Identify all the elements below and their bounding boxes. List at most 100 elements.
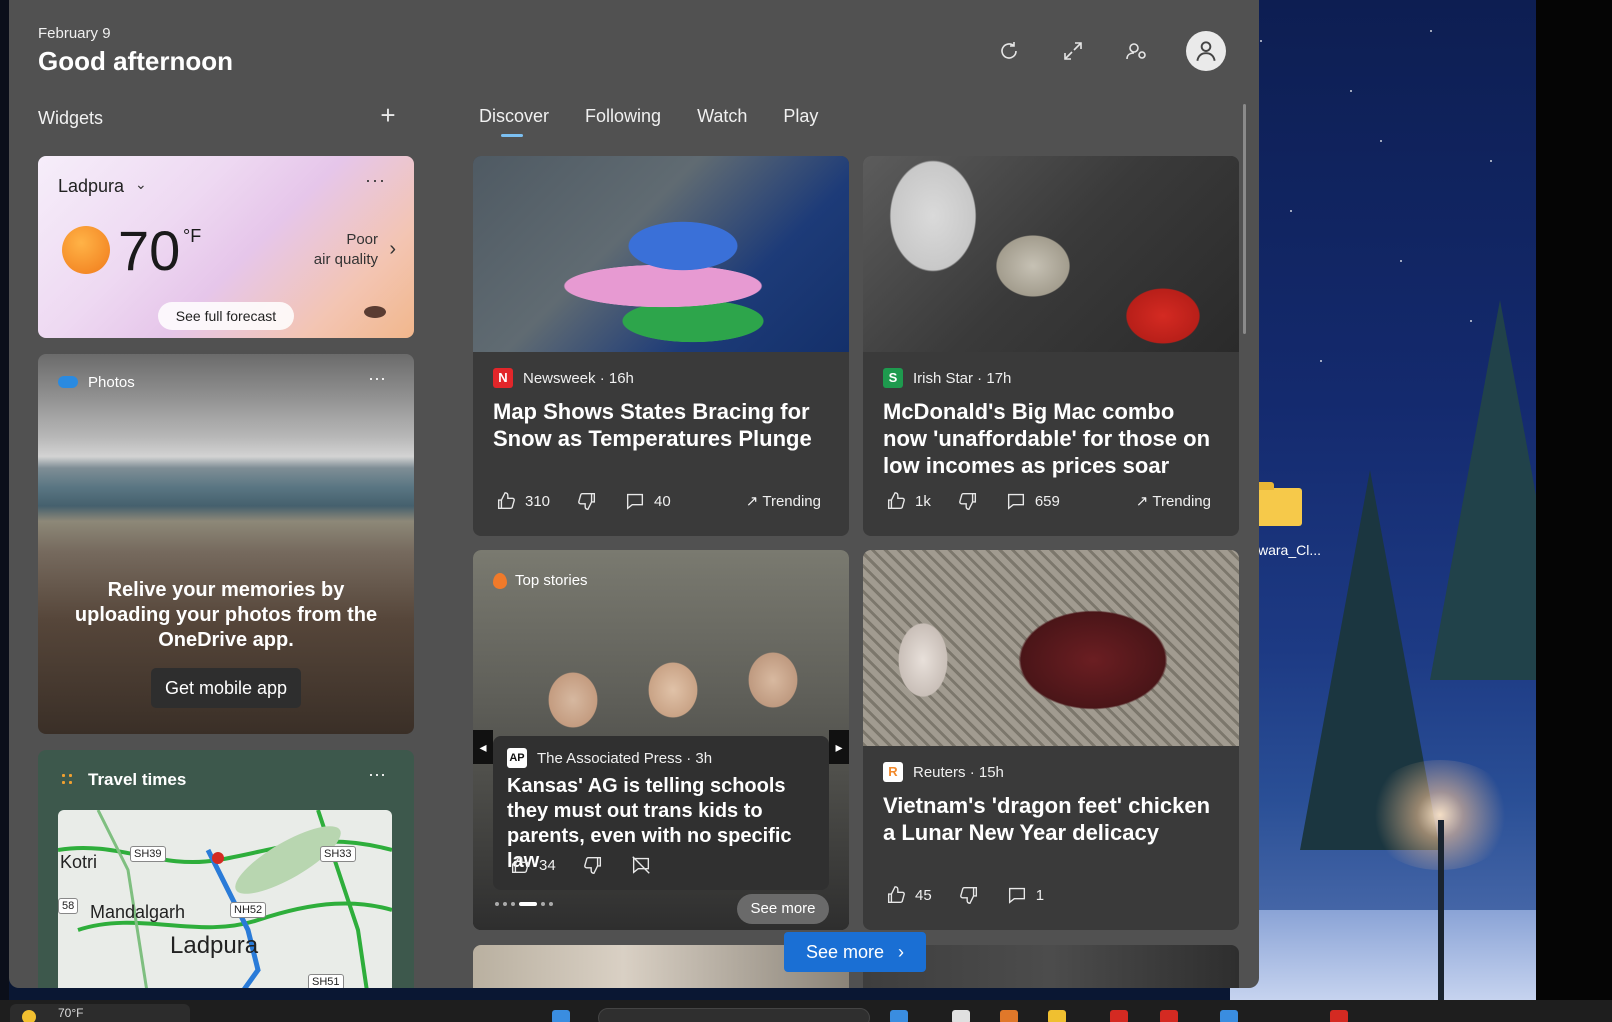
comments-button[interactable]: 40 bbox=[624, 490, 671, 512]
dislike-button[interactable] bbox=[958, 884, 980, 906]
start-icon[interactable] bbox=[552, 1010, 570, 1022]
travel-widget-header: Travel times bbox=[60, 770, 186, 790]
news-image[interactable] bbox=[863, 550, 1239, 746]
refresh-button[interactable] bbox=[994, 36, 1024, 66]
sun-icon bbox=[62, 226, 110, 274]
photos-widget[interactable]: Photos ··· Relive your memories by uploa… bbox=[38, 354, 414, 734]
app-icon[interactable] bbox=[1330, 1010, 1348, 1022]
travel-times-widget[interactable]: Travel times ··· Kotri Mandalgarh Ladpur… bbox=[38, 750, 414, 988]
tab-discover[interactable]: Discover bbox=[479, 106, 549, 137]
dislike-button[interactable] bbox=[957, 490, 979, 512]
story-overlay[interactable]: AP The Associated Press · 3h Kansas' AG … bbox=[493, 736, 829, 890]
air-quality[interactable]: Poor air quality bbox=[314, 230, 378, 270]
travel-map[interactable]: Kotri Mandalgarh Ladpura SH39 SH33 NH52 … bbox=[58, 810, 392, 988]
news-headline[interactable]: McDonald's Big Mac combo now 'unaffordab… bbox=[883, 398, 1223, 479]
trending-badge[interactable]: ↗ Trending bbox=[745, 492, 821, 511]
app-icon[interactable] bbox=[1110, 1010, 1128, 1022]
expand-button[interactable] bbox=[1058, 36, 1088, 66]
source-name: Irish Star bbox=[913, 369, 974, 387]
news-image[interactable] bbox=[863, 156, 1239, 352]
like-button[interactable]: 310 bbox=[495, 490, 550, 512]
app-icon[interactable] bbox=[952, 1010, 970, 1022]
like-button[interactable]: 45 bbox=[885, 884, 932, 906]
like-button[interactable]: 1k bbox=[885, 490, 931, 512]
comments-button[interactable]: 659 bbox=[1005, 490, 1060, 512]
user-icon bbox=[1196, 41, 1216, 61]
carousel-pager[interactable] bbox=[495, 902, 553, 906]
get-mobile-app-button[interactable]: Get mobile app bbox=[151, 668, 301, 708]
add-widget-button[interactable]: + bbox=[375, 102, 401, 130]
app-icon[interactable] bbox=[890, 1010, 908, 1022]
more-options-icon[interactable]: ··· bbox=[368, 764, 386, 785]
news-image[interactable] bbox=[473, 156, 849, 352]
expand-icon bbox=[1064, 42, 1082, 60]
trending-label: Trending bbox=[762, 492, 821, 510]
top-stories-label: Top stories bbox=[515, 572, 588, 589]
more-options-icon[interactable]: ··· bbox=[365, 170, 386, 191]
feed-scrollbar[interactable] bbox=[1243, 104, 1246, 334]
weather-location[interactable]: Ladpura bbox=[58, 176, 124, 197]
chevron-right-icon[interactable]: › bbox=[389, 238, 396, 261]
taskbar-search[interactable] bbox=[598, 1008, 870, 1022]
thumbs-up-icon bbox=[511, 856, 529, 874]
ap-logo-icon: AP bbox=[507, 748, 527, 768]
desktop-left-edge bbox=[0, 0, 9, 1000]
news-headline[interactable]: Vietnam's 'dragon feet' chicken a Lunar … bbox=[883, 792, 1223, 846]
thumbs-up-icon bbox=[887, 886, 905, 904]
like-button[interactable]: 34 bbox=[509, 854, 556, 876]
news-headline[interactable]: Map Shows States Bracing for Snow as Tem… bbox=[493, 398, 833, 452]
comments-disabled-button[interactable] bbox=[630, 854, 652, 876]
news-actions: 34 bbox=[509, 854, 666, 876]
pager-dot[interactable] bbox=[541, 902, 545, 906]
map-label: Ladpura bbox=[170, 932, 259, 959]
taskbar-weather[interactable]: 70°F bbox=[10, 1004, 190, 1022]
comment-off-icon bbox=[631, 856, 650, 874]
news-card[interactable]: N Newsweek · 16h Map Shows States Bracin… bbox=[473, 156, 849, 536]
trending-arrow-icon: ↗ bbox=[745, 493, 759, 510]
tab-watch[interactable]: Watch bbox=[697, 106, 747, 137]
widgets-panel: February 9 Good afternoon Widgets + Disc… bbox=[9, 0, 1259, 988]
tab-play[interactable]: Play bbox=[783, 106, 818, 137]
weather-unit: °F bbox=[183, 226, 202, 246]
dislike-button[interactable] bbox=[576, 490, 598, 512]
app-icon[interactable] bbox=[1160, 1010, 1178, 1022]
comments-button[interactable]: 1 bbox=[1006, 884, 1044, 906]
like-count: 1k bbox=[915, 492, 931, 510]
carousel-see-more-button[interactable]: See more bbox=[737, 894, 829, 924]
app-icon[interactable] bbox=[1048, 1010, 1066, 1022]
news-source: R Reuters · 15h bbox=[883, 762, 1004, 782]
personalize-button[interactable] bbox=[1122, 36, 1152, 66]
weather-widget[interactable]: Ladpura ⌄ ··· 70 °F Poor air quality › S… bbox=[38, 156, 414, 338]
see-more-label: See more bbox=[805, 941, 885, 962]
pager-dot[interactable] bbox=[503, 902, 507, 906]
avatar[interactable] bbox=[1186, 31, 1226, 71]
pager-dot[interactable] bbox=[495, 902, 499, 906]
folder-icon[interactable] bbox=[1254, 482, 1302, 526]
desktop-folder-label[interactable]: wara_Cl... bbox=[1258, 542, 1321, 558]
app-icon[interactable] bbox=[1220, 1010, 1238, 1022]
dislike-button[interactable] bbox=[582, 854, 604, 876]
carousel-prev-button[interactable]: ◂ bbox=[473, 730, 493, 764]
tab-following[interactable]: Following bbox=[585, 106, 661, 137]
carousel-next-button[interactable]: ▸ bbox=[829, 730, 849, 764]
app-icon[interactable] bbox=[1000, 1010, 1018, 1022]
pager-dot[interactable] bbox=[549, 902, 553, 906]
weather-temperature: 70 bbox=[118, 219, 181, 282]
desktop-wallpaper: wara_Cl... bbox=[1230, 0, 1612, 1000]
source-age: 3h bbox=[695, 749, 713, 767]
news-card[interactable]: S Irish Star · 17h McDonald's Big Mac co… bbox=[863, 156, 1239, 536]
map-label: Kotri bbox=[60, 852, 98, 872]
pager-dot-active[interactable] bbox=[519, 902, 537, 906]
top-stories-badge: Top stories bbox=[493, 572, 588, 589]
news-card[interactable]: R Reuters · 15h Vietnam's 'dragon feet' … bbox=[863, 550, 1239, 930]
greeting-title: Good afternoon bbox=[38, 46, 233, 76]
news-actions: 1k 659 bbox=[885, 490, 1074, 512]
more-options-icon[interactable]: ··· bbox=[368, 368, 386, 389]
trending-badge[interactable]: ↗ Trending bbox=[1136, 492, 1211, 511]
chevron-down-icon[interactable]: ⌄ bbox=[135, 176, 147, 193]
top-stories-carousel[interactable]: Top stories ◂ ▸ AP The Associated Press … bbox=[473, 550, 849, 930]
see-more-button[interactable]: See more › bbox=[784, 932, 926, 972]
news-source: N Newsweek · 16h bbox=[493, 368, 634, 388]
pager-dot[interactable] bbox=[511, 902, 515, 906]
see-full-forecast-button[interactable]: See full forecast bbox=[158, 302, 294, 330]
